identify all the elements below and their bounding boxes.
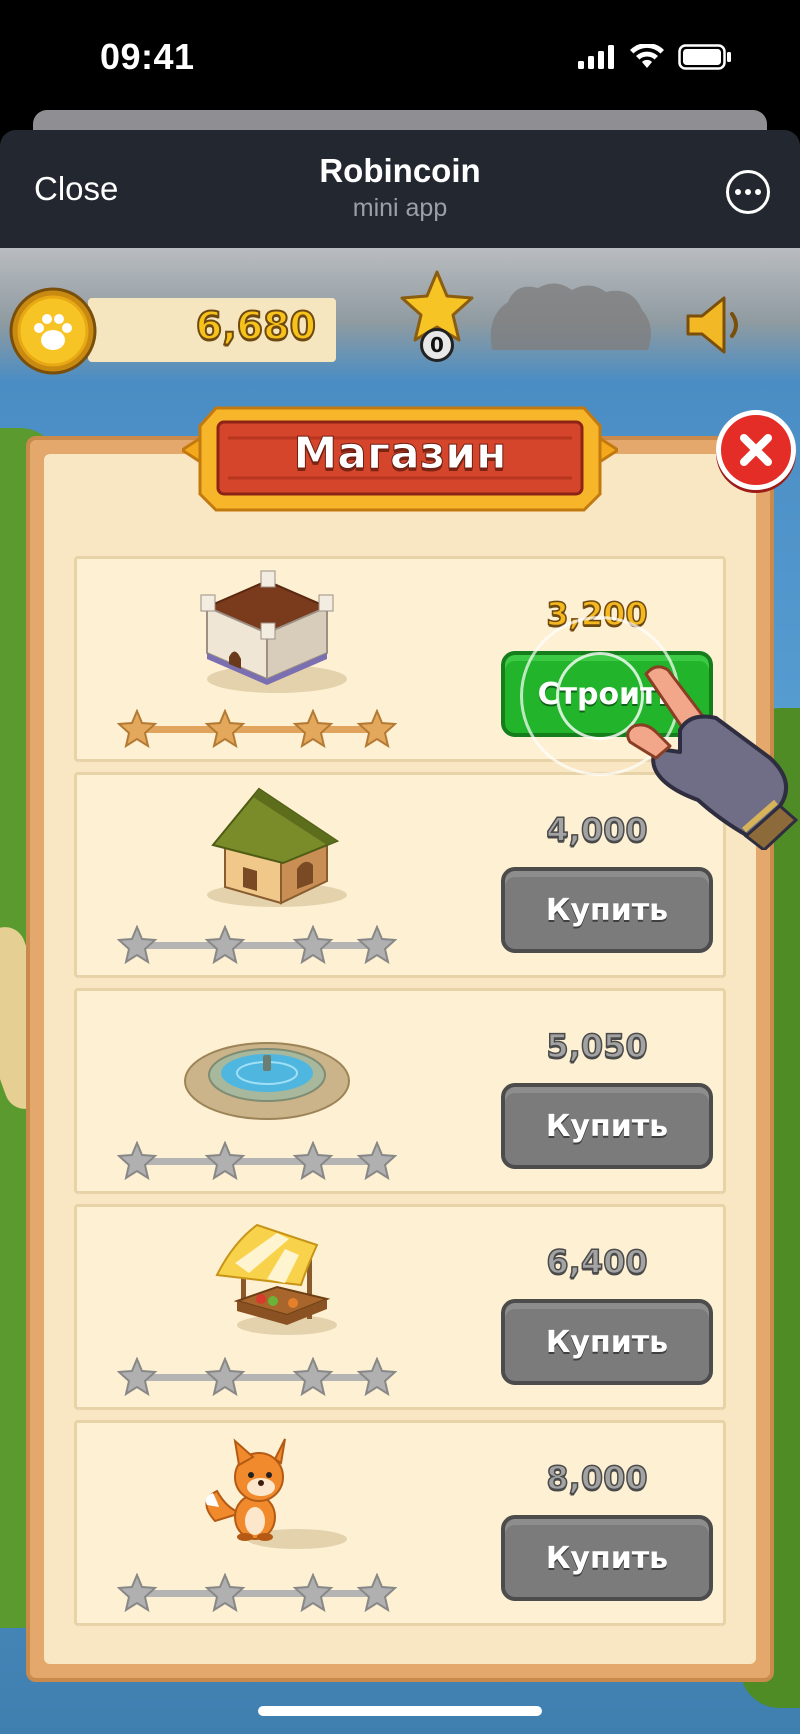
- level-star: [292, 1357, 334, 1397]
- shop-item-market-stall: 6,400 Купить: [74, 1204, 726, 1410]
- castle-icon: [200, 570, 347, 693]
- level-star: [204, 925, 246, 965]
- level-star: [292, 1141, 334, 1181]
- buy-fountain-button[interactable]: Купить: [501, 1083, 713, 1169]
- signal-icon: [578, 45, 614, 69]
- level-star: [117, 1357, 158, 1397]
- shop-item-fox: 8,000 Купить: [74, 1420, 726, 1626]
- buy-house-button[interactable]: Купить: [501, 867, 713, 953]
- house-icon: [207, 787, 347, 907]
- buy-market-stall-button[interactable]: Купить: [501, 1299, 713, 1385]
- cloud-silhouettes: [490, 283, 651, 350]
- level-star: [292, 1573, 334, 1613]
- fountain-price: 5,050: [546, 1026, 649, 1066]
- level-star: [117, 925, 158, 965]
- fox-icon: [205, 1438, 347, 1549]
- buy-fox-button[interactable]: Купить: [501, 1515, 713, 1601]
- market-stall-level-stars: [117, 1357, 397, 1397]
- fox-price: 8,000: [546, 1458, 649, 1498]
- level-star: [356, 1357, 397, 1397]
- wifi-icon: [630, 44, 664, 68]
- battery-icon: [678, 44, 731, 70]
- market-stall-price: 6,400: [546, 1242, 649, 1282]
- coin-balance-bar: 6,680: [88, 298, 336, 362]
- level-star: [356, 1573, 397, 1613]
- status-bar: 09:41: [0, 0, 800, 120]
- star-count: 0: [420, 328, 454, 362]
- app-subtitle: mini app: [352, 194, 448, 222]
- more-dot: [745, 189, 751, 195]
- market-stall-icon: [215, 1223, 337, 1335]
- more-options-button[interactable]: [726, 170, 770, 214]
- pointing-hand-icon: [626, 665, 799, 850]
- fountain-level-stars: [117, 1141, 397, 1181]
- level-star: [117, 1141, 158, 1181]
- close-shop-button[interactable]: [716, 410, 796, 490]
- level-star: [356, 1141, 397, 1181]
- speaker-icon[interactable]: [680, 290, 750, 360]
- shop-item-fountain: 5,050 Купить: [74, 988, 726, 1194]
- mini-app-header: Close Robincoin mini app: [0, 130, 800, 248]
- level-star: [204, 709, 246, 749]
- house-level-stars: [117, 925, 397, 965]
- close-icon: [740, 434, 772, 466]
- castle-level-stars: [117, 709, 397, 749]
- fox-level-stars: [117, 1573, 397, 1613]
- level-star: [356, 925, 397, 965]
- level-star: [117, 1573, 158, 1613]
- coin-balance: 6,680: [195, 303, 317, 349]
- level-star: [292, 925, 334, 965]
- status-icons: [578, 44, 732, 70]
- level-star: [204, 1357, 246, 1397]
- shop-title: Магазин: [293, 428, 507, 480]
- level-star: [204, 1573, 246, 1613]
- app-title: Robincoin: [319, 152, 481, 189]
- home-indicator[interactable]: [258, 1706, 542, 1716]
- status-time: 09:41: [100, 36, 195, 77]
- level-star: [117, 709, 158, 749]
- paw-coin-icon: [9, 287, 97, 375]
- level-star: [356, 709, 397, 749]
- fountain-icon: [184, 1042, 350, 1120]
- more-dot: [735, 189, 741, 195]
- level-star: [204, 1141, 246, 1181]
- level-star: [292, 709, 334, 749]
- more-dot: [755, 189, 761, 195]
